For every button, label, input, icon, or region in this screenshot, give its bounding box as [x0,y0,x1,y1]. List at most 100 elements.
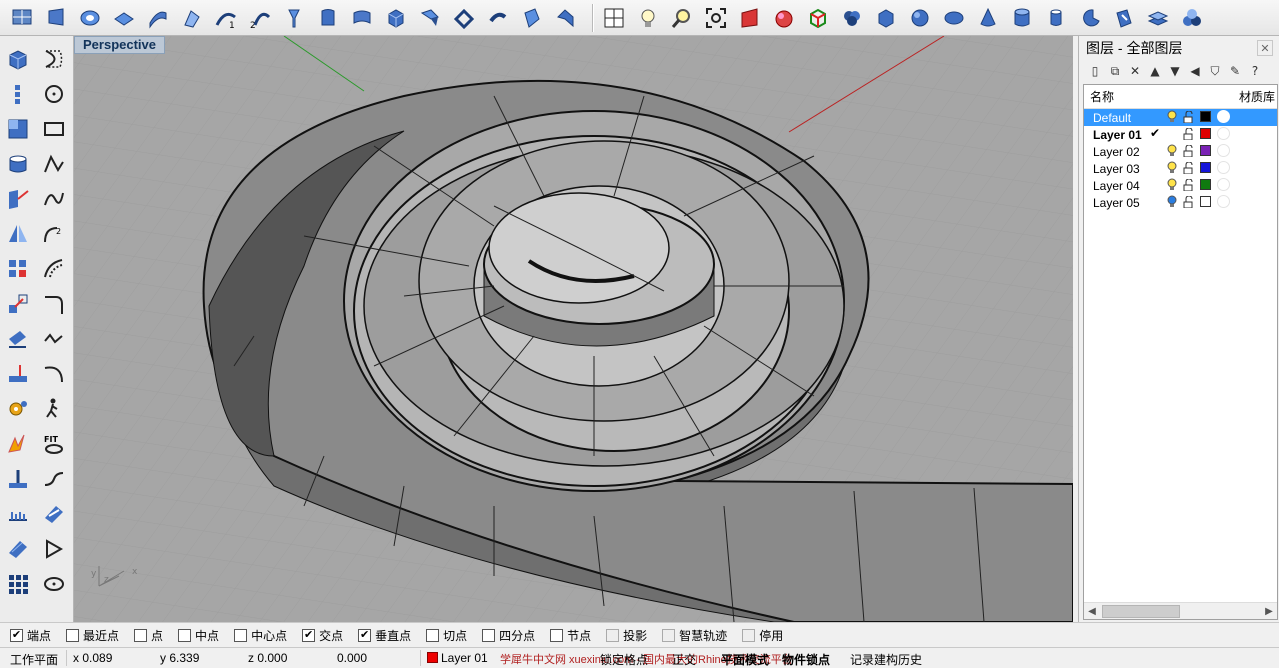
layer-name[interactable]: Layer 02 [1084,145,1160,159]
extend-icon[interactable] [2,464,34,494]
unlock-icon[interactable] [1183,179,1195,191]
sphere-icon[interactable] [906,4,934,32]
array-icon[interactable] [2,254,34,284]
shaded-box-icon[interactable] [804,4,832,32]
layer-color-swatch[interactable] [1200,179,1211,190]
unchecked-checkbox[interactable] [662,628,676,642]
layer-color-swatch[interactable] [1200,128,1211,139]
offset-curve-icon[interactable] [38,254,70,284]
checked-checkbox[interactable]: ✔ [10,628,23,642]
unchecked-checkbox[interactable] [178,628,192,642]
checked-checkbox[interactable]: ✔ [358,628,372,642]
window-tile-icon[interactable] [42,4,70,32]
layer-name[interactable]: Layer 04 [1084,179,1160,193]
blue-bulb-icon[interactable] [1167,195,1177,208]
blend-curve-icon[interactable] [38,464,70,494]
move-out-icon[interactable]: ◀ [1185,62,1205,80]
freeform-curve-icon[interactable] [38,184,70,214]
extrude-icon[interactable] [314,4,342,32]
cylinder-icon[interactable] [1008,4,1036,32]
ellipsoid-icon[interactable] [940,4,968,32]
yellow-bulb-icon[interactable] [1167,178,1177,191]
osnap-option[interactable]: 四分点 [482,627,535,644]
move-up-icon[interactable]: ▲ [1145,62,1165,80]
delete-layer-icon[interactable]: ✕ [1125,62,1145,80]
viewport-title-tab[interactable]: Perspective [74,36,165,54]
zoom-fit-icon[interactable]: FIT [38,429,70,459]
osnap-toggle[interactable]: 物件锁点 [782,651,830,668]
layer-stack-icon[interactable] [1144,4,1172,32]
walk-icon[interactable] [38,394,70,424]
yellow-bulb-icon[interactable] [1167,110,1177,123]
cone-curve-icon[interactable] [38,534,70,564]
extrude-curve-icon[interactable] [2,184,34,214]
layer-row[interactable]: Layer 02 [1084,143,1277,160]
torus-icon[interactable] [1076,4,1104,32]
cplane-label[interactable]: 工作平面 [10,651,58,668]
layer-row[interactable]: Layer 04 [1084,177,1277,194]
material-sphere-icon[interactable] [1217,144,1230,157]
plane-surface-icon[interactable] [110,4,138,32]
material-sphere-icon[interactable] [1217,161,1230,174]
grid-icon[interactable] [2,569,34,599]
osnap-option[interactable]: 切点 [426,627,467,644]
osnap-option[interactable]: ✔ 交点 [302,627,343,644]
unchecked-checkbox[interactable] [482,628,496,642]
revolve-icon[interactable] [280,4,308,32]
layer-row[interactable]: Layer 05 [1084,194,1277,211]
unlock-icon[interactable] [1183,111,1195,123]
osnap-option[interactable]: 智慧轨迹 [662,627,727,644]
material-sphere-icon[interactable] [1217,110,1230,123]
perspective-viewport[interactable]: y z x Perspective [74,36,1073,622]
material-sphere-icon[interactable] [1217,127,1230,140]
osnap-option[interactable]: 中心点 [234,627,287,644]
loft-icon[interactable] [144,4,172,32]
move-down-icon[interactable]: ▼ [1165,62,1185,80]
solid-box-icon[interactable] [2,44,34,74]
trim-corner-icon[interactable] [38,289,70,319]
new-sublayer-icon[interactable]: ⧉ [1105,62,1125,80]
layer-color-swatch[interactable] [1200,145,1211,156]
material-sphere-icon[interactable] [1217,178,1230,191]
osnap-option[interactable]: 最近点 [66,627,119,644]
scrollbar-track[interactable] [1100,604,1261,618]
viewport-layout-icon[interactable] [8,4,36,32]
layer-name[interactable]: Layer 05 [1084,196,1160,210]
layer-color-swatch[interactable] [1200,196,1211,207]
render-icon[interactable] [736,4,764,32]
offset-surface-icon[interactable] [484,4,512,32]
layer-name[interactable]: Layer 01 [1084,128,1160,142]
surface-analysis-icon[interactable] [2,534,34,564]
layer-color-swatch[interactable] [1200,111,1211,122]
four-view-icon[interactable] [600,4,628,32]
layer-name[interactable]: Layer 03 [1084,162,1160,176]
point-cloud-icon[interactable] [2,79,34,109]
scroll-right-icon[interactable]: ▶ [1261,606,1277,617]
rail-revolve-icon[interactable] [518,4,546,32]
layer-color-swatch[interactable] [1200,162,1211,173]
scrollbar-thumb[interactable] [1102,604,1180,618]
fillet-surface-icon[interactable] [552,4,580,32]
osnap-option[interactable]: 投影 [606,627,647,644]
osnap-option[interactable]: 节点 [550,627,591,644]
circle-icon[interactable] [38,79,70,109]
osnap-option[interactable]: 点 [134,627,163,644]
zoom-window-icon[interactable] [668,4,696,32]
mirror-icon[interactable] [2,219,34,249]
surface-uv-icon[interactable] [38,499,70,529]
column-header-material[interactable]: 材质库 [1234,88,1277,105]
record-history-toggle[interactable]: 记录建构历史 [850,651,922,668]
scene-canvas[interactable]: y z x [74,36,1073,622]
light-bulb-icon[interactable] [634,4,662,32]
layer-row[interactable]: Default [1084,109,1277,126]
circle-surface-icon[interactable] [76,4,104,32]
plane-icon[interactable] [2,114,34,144]
unchecked-checkbox[interactable] [134,628,148,642]
grid-snap-toggle[interactable]: 锁定格点 [600,651,648,668]
checked-checkbox[interactable]: ✔ [302,628,316,642]
tools-icon[interactable]: ✎ [1225,62,1245,80]
explode-icon[interactable] [2,429,34,459]
unlock-icon[interactable] [1183,196,1195,208]
cone-icon[interactable] [974,4,1002,32]
osnap-option[interactable]: ✔ 垂直点 [358,627,411,644]
